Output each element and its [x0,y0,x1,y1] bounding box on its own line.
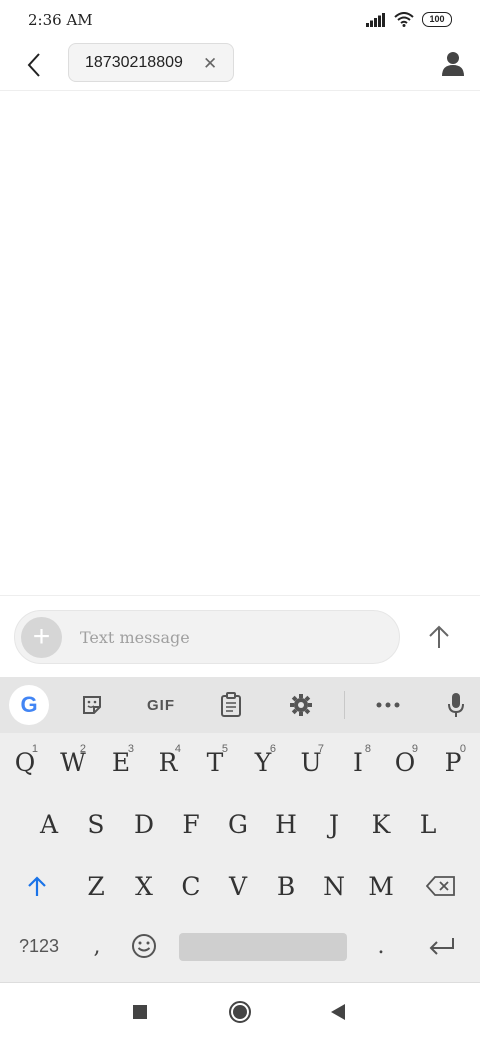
emoji-key[interactable] [121,919,167,973]
key-k[interactable]: K [358,797,404,851]
signal-icon [366,12,385,27]
message-thread [0,91,480,595]
key-j[interactable]: J [311,797,357,851]
toolbar-divider [344,691,345,719]
sticker-icon[interactable] [74,687,110,723]
key-s[interactable]: S [73,797,119,851]
keyboard: G GIF Q 1 W 2 E 3 R 4 T 5 Y 6 U 7 I 8 O … [0,677,480,982]
clipboard-icon[interactable] [213,687,249,723]
status-time: 2:36 AM [28,11,93,29]
key-g[interactable]: G [215,797,261,851]
key-v[interactable]: V [215,859,261,913]
shift-arrow-icon [28,876,46,896]
google-icon[interactable]: G [9,685,49,725]
enter-key[interactable] [418,919,464,973]
wifi-icon [394,12,414,27]
gif-button[interactable]: GIF [143,687,179,723]
key-d[interactable]: D [121,797,167,851]
period-key[interactable]: . [358,919,404,973]
message-input[interactable]: + Text message [14,610,400,664]
key-x[interactable]: X [121,859,167,913]
symbols-key[interactable]: ?123 [14,919,64,973]
key-y[interactable]: Y6 [240,735,286,789]
remove-recipient-icon[interactable]: ✕ [203,54,217,74]
recipient-number: 18730218809 [85,54,183,71]
key-m[interactable]: M [358,859,404,913]
message-placeholder: Text message [80,628,190,647]
key-o[interactable]: O9 [382,735,428,789]
key-c[interactable]: C [168,859,214,913]
key-t[interactable]: T5 [192,735,238,789]
key-a[interactable]: A [26,797,72,851]
back-arrow-icon[interactable] [20,50,50,80]
microphone-icon[interactable] [438,687,474,723]
add-attachment-icon[interactable]: + [21,617,62,658]
more-options-icon[interactable] [370,687,406,723]
key-u[interactable]: U7 [288,735,334,789]
home-circle-icon[interactable] [228,1000,252,1024]
key-e[interactable]: E3 [98,735,144,789]
status-bar: 2:36 AM 100 [0,0,480,42]
key-r[interactable]: R4 [145,735,191,789]
conversation-header: 18730218809 ✕ [0,42,480,91]
settings-gear-icon[interactable] [283,687,319,723]
key-p[interactable]: P0 [430,735,476,789]
contact-person-icon[interactable] [440,50,466,78]
key-h[interactable]: H [263,797,309,851]
key-z[interactable]: Z [73,859,119,913]
key-w[interactable]: W2 [50,735,96,789]
key-q[interactable]: Q1 [2,735,48,789]
backspace-icon [426,876,455,896]
navigation-bar [0,982,480,1041]
compose-bar: + Text message [0,595,480,678]
comma-key[interactable]: , [74,919,120,973]
key-i[interactable]: I8 [335,735,381,789]
key-b[interactable]: B [263,859,309,913]
emoji-smiley-icon [132,934,156,958]
key-n[interactable]: N [311,859,357,913]
keyboard-toolbar: G GIF [0,677,480,733]
key-f[interactable]: F [168,797,214,851]
backspace-key[interactable] [418,859,464,913]
recents-square-icon[interactable] [132,1004,148,1020]
enter-arrow-icon [429,938,454,955]
back-triangle-icon[interactable] [330,1003,346,1021]
space-key[interactable] [179,933,347,961]
recipient-chip[interactable]: 18730218809 ✕ [68,43,234,82]
key-l[interactable]: L [405,797,451,851]
send-arrow-icon[interactable] [424,622,454,652]
shift-key[interactable] [14,859,60,913]
battery-icon: 100 [422,12,452,27]
